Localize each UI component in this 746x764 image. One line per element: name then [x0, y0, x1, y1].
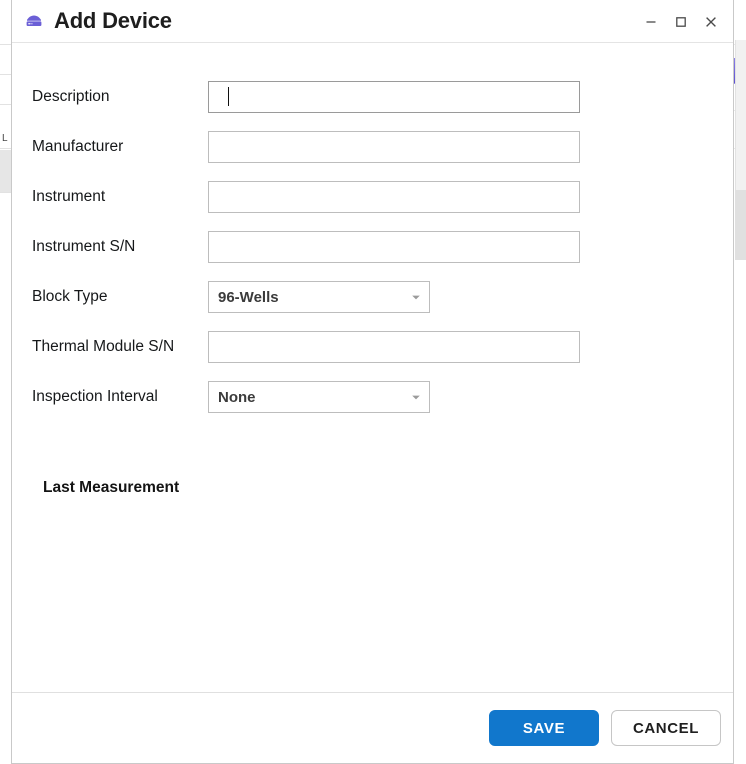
input-instrument[interactable]	[208, 181, 580, 213]
field-row-thermal-module-sn: Thermal Module S/N	[32, 330, 580, 364]
parent-row-selected	[0, 150, 11, 192]
dialog-body: Description Manufacturer Instrument Inst…	[12, 43, 733, 692]
select-inspection-interval[interactable]: None	[208, 381, 430, 413]
label-thermal-module-sn: Thermal Module S/N	[32, 338, 175, 356]
parent-row-divider	[0, 192, 11, 193]
field-row-manufacturer: Manufacturer	[32, 130, 580, 164]
field-row-description: Description	[32, 80, 580, 114]
select-inspection-interval-value: None	[218, 388, 256, 406]
parent-row-glyph: L	[2, 133, 8, 144]
parent-row-divider	[0, 104, 11, 105]
label-description: Description	[32, 88, 110, 106]
input-description[interactable]	[208, 81, 580, 113]
dialog-titlebar[interactable]: Add Device	[12, 0, 733, 43]
label-manufacturer: Manufacturer	[32, 138, 124, 156]
field-row-instrument-sn: Instrument S/N	[32, 230, 580, 264]
field-row-block-type: Block Type 96-Wells	[32, 280, 430, 314]
text-caret	[228, 87, 229, 106]
window-controls	[637, 0, 725, 43]
parent-window-scrollbar[interactable]	[735, 40, 746, 260]
select-block-type-value: 96-Wells	[218, 288, 279, 306]
input-thermal-module-sn[interactable]	[208, 331, 580, 363]
add-device-dialog: Add Device Description Manufacturer Inst…	[11, 0, 734, 764]
chevron-down-icon	[409, 390, 423, 404]
chevron-down-icon	[409, 290, 423, 304]
label-instrument-sn: Instrument S/N	[32, 238, 136, 256]
dialog-footer: SAVE CANCEL	[12, 692, 733, 763]
parent-row-divider	[0, 74, 11, 75]
section-title-last-measurement: Last Measurement	[43, 479, 180, 496]
select-block-type[interactable]: 96-Wells	[208, 281, 430, 313]
parent-row-divider	[0, 148, 11, 149]
minimize-button[interactable]	[637, 8, 665, 36]
save-button[interactable]: SAVE	[489, 710, 599, 746]
maximize-button[interactable]	[667, 8, 695, 36]
parent-row-divider	[0, 44, 11, 45]
label-instrument: Instrument	[32, 188, 106, 206]
label-inspection-interval: Inspection Interval	[32, 388, 158, 406]
input-manufacturer[interactable]	[208, 131, 580, 163]
device-icon	[22, 9, 46, 33]
field-row-instrument: Instrument	[32, 180, 580, 214]
parent-window-left-strip	[0, 0, 11, 764]
label-block-type: Block Type	[32, 288, 108, 306]
input-instrument-sn[interactable]	[208, 231, 580, 263]
desktop-background: L ] Add Device	[0, 0, 746, 764]
scrollbar-thumb[interactable]	[735, 190, 746, 260]
cancel-button[interactable]: CANCEL	[611, 710, 721, 746]
dialog-title: Add Device	[54, 8, 172, 33]
close-button[interactable]	[697, 8, 725, 36]
field-row-inspection-interval: Inspection Interval None	[32, 380, 430, 414]
